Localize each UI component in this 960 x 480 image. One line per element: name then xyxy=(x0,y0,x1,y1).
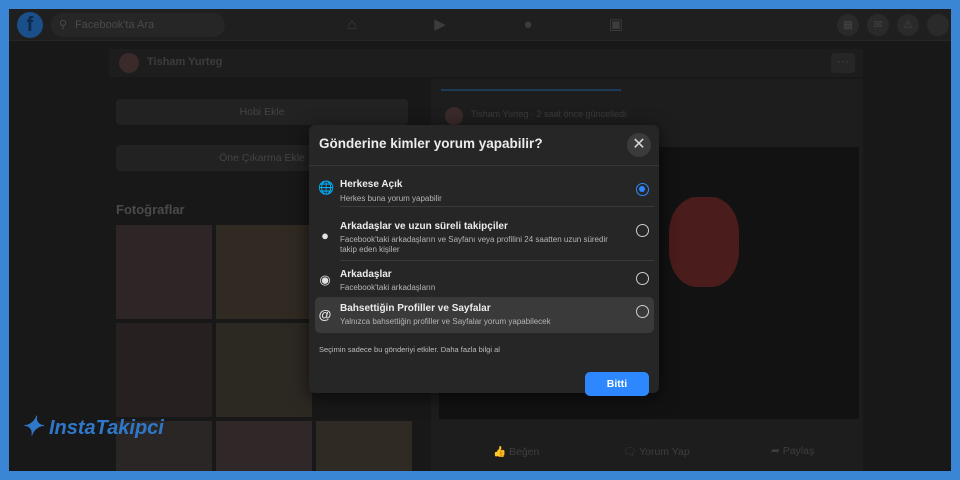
divider xyxy=(309,165,659,166)
avatar[interactable] xyxy=(119,53,139,73)
radio-button[interactable] xyxy=(636,224,649,237)
option-label: Arkadaşlar xyxy=(340,269,392,280)
option-public[interactable]: 🌐 Herkese Açık Herkes buna yorum yapabil… xyxy=(315,177,654,207)
home-icon[interactable]: ⌂ xyxy=(343,16,361,34)
friends-icon: ◉ xyxy=(319,272,331,287)
watermark-text: InstaTakipci xyxy=(49,417,164,439)
option-description: Facebook'taki arkadaşların xyxy=(340,283,436,292)
like-label: Beğen xyxy=(509,446,540,458)
share-button[interactable]: ➦ Paylaş xyxy=(771,445,814,457)
radio-button-selected[interactable] xyxy=(636,183,649,196)
profile-tabs xyxy=(431,79,863,93)
dialog-title: Gönderine kimler yorum yapabilir? xyxy=(319,136,543,151)
photo-thumbnail[interactable] xyxy=(216,225,312,319)
profile-name[interactable]: Tisham Yurteg xyxy=(147,56,222,68)
option-label: Bahsettiğin Profiller ve Sayfalar xyxy=(340,303,491,314)
account-avatar[interactable] xyxy=(927,14,949,36)
profile-strip: Tisham Yurteg ··· xyxy=(109,49,863,77)
notifications-icon[interactable]: ⚠ xyxy=(897,14,919,36)
add-hobby-button[interactable]: Hobi Ekle xyxy=(116,99,408,125)
post-image-subject xyxy=(669,197,739,287)
divider xyxy=(340,206,654,207)
close-icon: ✕ xyxy=(632,136,646,153)
watch-icon[interactable]: ▶ xyxy=(431,16,449,34)
active-tab-indicator xyxy=(441,89,621,91)
avatar[interactable] xyxy=(445,107,463,125)
search-icon: ⚲ xyxy=(59,19,68,31)
post-author-line: Tisham Yurteg · 2 saat önce güncelledi xyxy=(471,109,627,119)
option-label: Herkese Açık xyxy=(340,179,403,190)
post-actions: 👍 Beğen 🗨 Yorum Yap ➦ Paylaş xyxy=(431,437,863,467)
person-icon: ● xyxy=(321,228,329,243)
like-icon: 👍 xyxy=(493,446,509,458)
photo-thumbnail[interactable] xyxy=(116,225,212,319)
groups-icon[interactable]: ● xyxy=(519,16,537,34)
share-icon: ➦ xyxy=(771,445,783,457)
divider xyxy=(340,260,654,261)
radio-button[interactable] xyxy=(636,272,649,285)
comment-audience-dialog: Gönderine kimler yorum yapabilir? ✕ 🌐 He… xyxy=(309,125,659,396)
photo-thumbnail[interactable] xyxy=(316,421,412,471)
gaming-icon[interactable]: ▣ xyxy=(607,16,625,34)
share-label: Paylaş xyxy=(782,445,815,457)
screenshot-frame: f ⚲ Facebook'ta Ara ⌂ ▶ ● ▣ ▦ ✉ ⚠ Tisham… xyxy=(9,9,951,471)
comment-button[interactable]: 🗨 Yorum Yap xyxy=(623,445,690,458)
search-placeholder: Facebook'ta Ara xyxy=(75,19,155,31)
at-icon: @ xyxy=(318,307,332,322)
comment-icon: 🗨 xyxy=(623,446,640,458)
photo-thumbnail[interactable] xyxy=(216,421,312,471)
option-friends-and-followers[interactable]: ● Arkadaşlar ve uzun süreli takipçiler F… xyxy=(315,215,654,261)
watermark-logo: ✦ InstaTakipci xyxy=(21,411,164,441)
option-description: Yalnızca bahsettiğin profiller ve Sayfal… xyxy=(340,317,551,326)
globe-icon: 🌐 xyxy=(318,180,335,195)
menu-grid-icon[interactable]: ▦ xyxy=(837,14,859,36)
messenger-icon[interactable]: ✉ xyxy=(867,14,889,36)
option-description: Herkes buna yorum yapabilir xyxy=(340,194,442,203)
info-note: Seçimin sadece bu gönderiyi etkiler. Dah… xyxy=(319,345,500,354)
comment-label: Yorum Yap xyxy=(639,446,690,458)
photos-heading: Fotoğraflar xyxy=(116,202,185,217)
facebook-logo[interactable]: f xyxy=(17,12,43,38)
radio-button[interactable] xyxy=(636,305,649,318)
search-input[interactable]: ⚲ Facebook'ta Ara xyxy=(51,13,225,37)
top-nav-bar: f ⚲ Facebook'ta Ara ⌂ ▶ ● ▣ ▦ ✉ ⚠ xyxy=(9,9,951,41)
more-options-icon[interactable]: ··· xyxy=(831,53,855,73)
photo-thumbnail[interactable] xyxy=(116,323,212,417)
option-mentioned[interactable]: @ Bahsettiğin Profiller ve Sayfalar Yaln… xyxy=(315,297,654,333)
option-description: Facebook'taki arkadaşların ve Sayfanı ve… xyxy=(340,235,608,254)
photo-thumbnail[interactable] xyxy=(216,323,312,417)
close-button[interactable]: ✕ xyxy=(627,133,651,157)
like-button[interactable]: 👍 Beğen xyxy=(493,445,539,458)
option-label: Arkadaşlar ve uzun süreli takipçiler xyxy=(340,221,508,232)
option-friends[interactable]: ◉ Arkadaşlar Facebook'taki arkadaşların xyxy=(315,263,654,297)
star-icon: ✦ xyxy=(21,411,43,441)
done-button[interactable]: Bitti xyxy=(585,372,649,396)
